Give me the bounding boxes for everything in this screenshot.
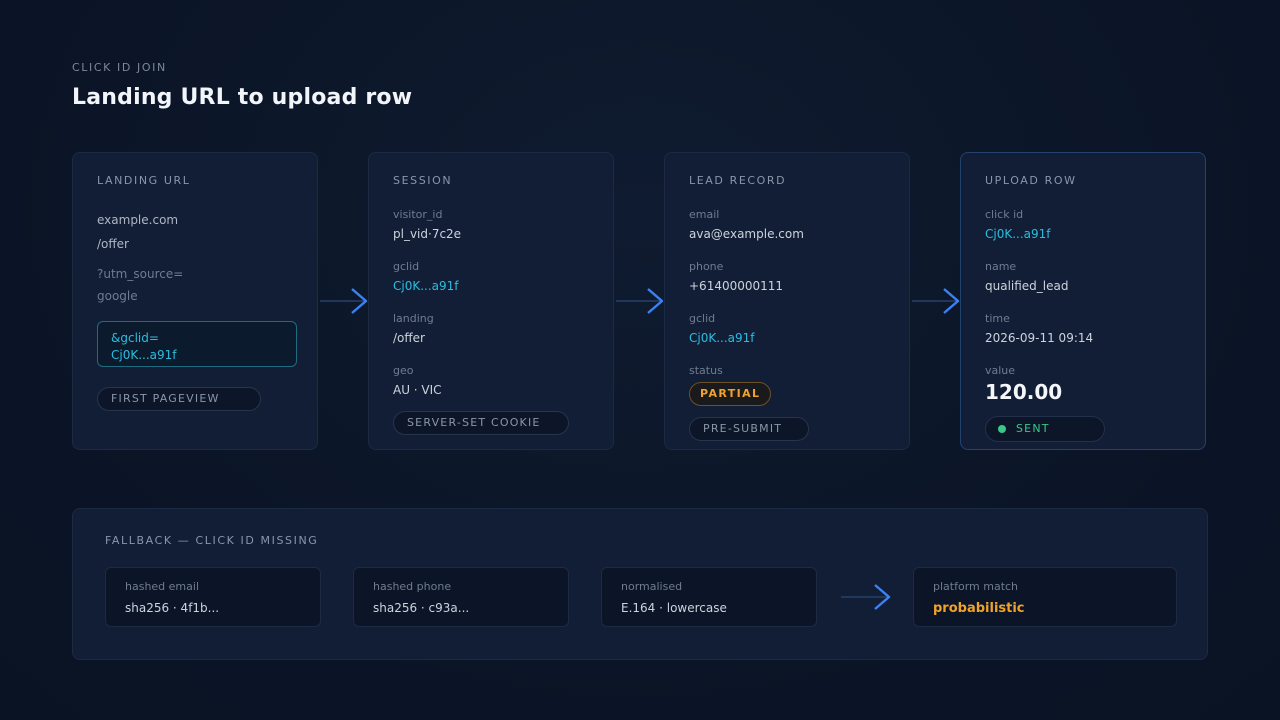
fallback-label: hashed phone <box>373 580 452 593</box>
fallback-label: platform match <box>933 580 1019 593</box>
card-heading: SESSION <box>393 174 453 187</box>
field-value: pl_vid·7c2e <box>393 227 462 241</box>
field-label: landing <box>393 312 434 325</box>
field-value: Cj0K...a91f <box>985 227 1051 241</box>
field-value: AU · VIC <box>393 383 442 397</box>
field-label: gclid <box>689 312 716 325</box>
normalised-box: normalised E.164 · lowercase <box>601 567 817 627</box>
utm-key: ?utm_source= <box>97 267 184 281</box>
field-value: Cj0K...a91f <box>393 279 459 293</box>
sent-status-label: SENT <box>1016 422 1050 435</box>
page-eyebrow: CLICK ID JOIN <box>72 61 167 74</box>
sent-status-badge: SENT <box>985 416 1105 442</box>
landing-path: /offer <box>97 237 129 251</box>
hashed-phone-box: hashed phone sha256 · c93a... <box>353 567 569 627</box>
session-card: SESSION visitor_id pl_vid·7c2e gclid Cj0… <box>368 152 614 450</box>
card-heading: LEAD RECORD <box>689 174 787 187</box>
field-value: Cj0K...a91f <box>689 331 755 345</box>
field-label: email <box>689 208 720 221</box>
status-label: status <box>689 364 723 377</box>
card-heading: LANDING URL <box>97 174 191 187</box>
status-dot-icon <box>998 425 1006 433</box>
field-label: click id <box>985 208 1024 221</box>
card-heading: UPLOAD ROW <box>985 174 1077 187</box>
fallback-label: normalised <box>621 580 683 593</box>
upload-row-card: UPLOAD ROW click id Cj0K...a91f name qua… <box>960 152 1206 450</box>
hashed-email-box: hashed email sha256 · 4f1b... <box>105 567 321 627</box>
gclid-highlight: &gclid= Cj0K...a91f <box>97 321 297 367</box>
field-value: +61400000111 <box>689 279 784 293</box>
field-value: /offer <box>393 331 425 345</box>
field-label: phone <box>689 260 724 273</box>
fallback-value: probabilistic <box>933 601 1025 616</box>
lead-record-card: LEAD RECORD email ava@example.com phone … <box>664 152 910 450</box>
arrow-right-icon <box>841 584 891 610</box>
gclid-param: &gclid= <box>111 331 159 345</box>
field-value: ava@example.com <box>689 227 804 241</box>
field-value: 2026-09-11 09:14 <box>985 331 1094 345</box>
platform-match-box: platform match probabilistic <box>913 567 1177 627</box>
utm-value: google <box>97 289 138 303</box>
arrow-right-icon <box>320 288 368 314</box>
field-label: visitor_id <box>393 208 443 221</box>
fallback-label: hashed email <box>125 580 199 593</box>
gclid-value: Cj0K...a91f <box>111 348 177 362</box>
field-label: gclid <box>393 260 420 273</box>
first-pageview-badge: FIRST PAGEVIEW <box>97 387 261 411</box>
pre-submit-badge: PRE-SUBMIT <box>689 417 809 441</box>
field-value: qualified_lead <box>985 279 1069 293</box>
field-label: name <box>985 260 1017 273</box>
fallback-value: E.164 · lowercase <box>621 601 727 615</box>
field-label: time <box>985 312 1010 325</box>
fallback-panel: FALLBACK — CLICK ID MISSING hashed email… <box>72 508 1208 660</box>
fallback-heading: FALLBACK — CLICK ID MISSING <box>105 534 319 547</box>
arrow-right-icon <box>912 288 960 314</box>
partial-status-badge: PARTIAL <box>689 382 772 406</box>
arrow-right-icon <box>616 288 664 314</box>
landing-domain: example.com <box>97 213 179 227</box>
fallback-value: sha256 · c93a... <box>373 601 470 615</box>
landing-url-card: LANDING URL example.com /offer ?utm_sour… <box>72 152 318 450</box>
server-cookie-badge: SERVER-SET COOKIE <box>393 411 569 435</box>
field-label: geo <box>393 364 414 377</box>
value-label: value <box>985 364 1016 377</box>
upload-value: 120.00 <box>985 380 1063 404</box>
page-title: Landing URL to upload row <box>72 85 413 110</box>
fallback-value: sha256 · 4f1b... <box>125 601 220 615</box>
